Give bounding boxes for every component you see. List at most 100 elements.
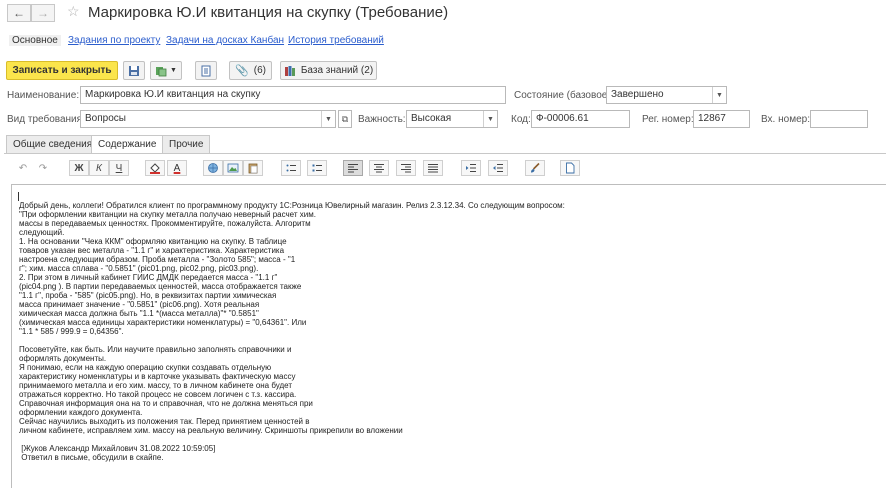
paperclip-icon: 📎 xyxy=(235,65,249,77)
redo-button[interactable]: ↷ xyxy=(33,160,53,176)
tab-divider xyxy=(4,153,886,154)
knowledge-base-button[interactable]: База знаний (2) xyxy=(280,61,377,80)
arrow-left-icon: ← xyxy=(13,6,25,20)
content-line: личном кабинете, исправляем хим. массу н… xyxy=(19,426,403,435)
tab-other[interactable]: Прочие xyxy=(162,135,211,153)
font-color-button[interactable]: A xyxy=(167,160,187,176)
save-button[interactable] xyxy=(123,61,145,80)
report-icon xyxy=(201,65,211,76)
type-label: Вид требования: xyxy=(7,114,85,125)
name-field[interactable]: Маркировка Ю.И квитанция на скупку xyxy=(80,86,506,104)
html-mode-button[interactable] xyxy=(560,160,580,176)
content-line: принимаемого металла и его хим. массу, т… xyxy=(19,381,293,390)
content-editor[interactable] xyxy=(11,184,886,488)
type-select[interactable]: Вопросы ▼ xyxy=(80,110,336,128)
content-line: оформлять документы. xyxy=(19,354,107,363)
content-line: отражаться корректно. Но такой процесс н… xyxy=(19,390,297,399)
incoming-number-field[interactable] xyxy=(810,110,868,128)
content-line: "1.1 * 585 / 999.9 = 0,64356". xyxy=(19,327,124,336)
content-line: "1.1 г", проба - "585" (pic05.png). Но, … xyxy=(19,291,277,300)
state-value: Завершено xyxy=(611,89,664,100)
content-line: Посоветуйте, как быть. Или научите прави… xyxy=(19,345,292,354)
content-line: оформлении каждого документа. xyxy=(19,408,143,417)
open-type-button[interactable]: ⧉ xyxy=(338,110,352,128)
justify-button[interactable] xyxy=(423,160,443,176)
chevron-down-icon[interactable]: ▼ xyxy=(483,111,497,127)
reg-number-label: Рег. номер: xyxy=(642,114,694,125)
underline-button[interactable]: Ч xyxy=(109,160,129,176)
content-line: настроена следующим образом. Проба метал… xyxy=(19,255,296,264)
content-line: товаров указан вес металла - "1.1 г" и х… xyxy=(19,246,285,255)
print-button[interactable] xyxy=(195,61,217,80)
background-color-button[interactable] xyxy=(145,160,165,176)
numbered-list-icon xyxy=(312,164,322,172)
content-line: 2. При этом в личный кабинет ГИИС ДМДК п… xyxy=(19,273,278,282)
state-label: Состояние (базовое): xyxy=(514,90,614,101)
indent-button[interactable] xyxy=(461,160,481,176)
outdent-button[interactable] xyxy=(488,160,508,176)
content-line: Добрый день, коллеги! Обратился клиент п… xyxy=(19,201,565,210)
align-right-button[interactable] xyxy=(396,160,416,176)
content-line: массы в передаваемых ценностях. Прокомме… xyxy=(19,219,311,228)
insert-image-button[interactable] xyxy=(223,160,243,176)
content-line: Справочная информация она на то и справо… xyxy=(19,399,313,408)
code-value: Ф-00006.61 xyxy=(536,113,589,124)
align-left-icon xyxy=(348,164,358,173)
tab-project-tasks[interactable]: Задания по проекту xyxy=(68,35,160,46)
numbered-list-button[interactable] xyxy=(307,160,327,176)
content-line: (химическая масса единицы характеристики… xyxy=(19,318,307,327)
create-based-on-button[interactable]: ▼ xyxy=(150,61,182,80)
incoming-number-label: Вх. номер: xyxy=(761,114,810,125)
type-value: Вопросы xyxy=(85,113,126,124)
create-document-icon xyxy=(156,66,167,76)
name-value: Маркировка Ю.И квитанция на скупку xyxy=(85,89,261,100)
tab-content[interactable]: Содержание xyxy=(91,135,164,154)
content-line: г"; хим. масса сплава - "0.5851" (pic01.… xyxy=(19,264,259,273)
arrow-right-icon: → xyxy=(37,6,49,20)
tab-kanban-tasks[interactable]: Задачи на досках Канбан xyxy=(166,35,284,46)
italic-button[interactable]: К xyxy=(89,160,109,176)
underline-icon: Ч xyxy=(115,162,123,174)
back-button[interactable]: ← xyxy=(7,4,31,22)
bold-button[interactable]: Ж xyxy=(69,160,89,176)
paste-button[interactable] xyxy=(243,160,263,176)
align-right-icon xyxy=(401,164,411,173)
tab-general[interactable]: Общие сведения xyxy=(6,135,100,153)
align-left-button[interactable] xyxy=(343,160,363,176)
chevron-down-icon[interactable]: ▼ xyxy=(321,111,335,127)
chevron-down-icon[interactable]: ▼ xyxy=(712,87,726,103)
priority-select[interactable]: Высокая ▼ xyxy=(406,110,498,128)
content-line: масса принимает значение - "0.5851" (pic… xyxy=(19,300,260,309)
insert-link-button[interactable] xyxy=(203,160,223,176)
redo-icon: ↷ xyxy=(38,162,48,174)
forward-button[interactable]: → xyxy=(31,4,55,22)
star-icon[interactable]: ☆ xyxy=(67,3,80,20)
italic-icon: К xyxy=(96,162,102,174)
tab-history[interactable]: История требований xyxy=(288,35,384,46)
priority-label: Важность: xyxy=(358,114,406,125)
save-close-button[interactable]: Записать и закрыть xyxy=(6,61,118,80)
reg-number-value: 12867 xyxy=(698,113,726,124)
clear-format-button[interactable] xyxy=(525,160,545,176)
state-select[interactable]: Завершено ▼ xyxy=(606,86,727,104)
reg-number-field[interactable]: 12867 xyxy=(693,110,750,128)
code-field[interactable]: Ф-00006.61 xyxy=(531,110,630,128)
content-line: Я понимаю, если на каждую операцию скупк… xyxy=(19,363,272,372)
picture-icon xyxy=(227,163,239,173)
bulleted-list-button[interactable] xyxy=(281,160,301,176)
tab-main[interactable]: Основное xyxy=(9,35,61,46)
undo-button[interactable]: ↶ xyxy=(13,160,33,176)
content-line: Ответил в письме, обсудили в скайпе. xyxy=(19,453,164,462)
undo-icon: ↶ xyxy=(18,162,28,174)
attachments-button[interactable]: 📎 (6) xyxy=(229,61,272,80)
page-title: Маркировка Ю.И квитанция на скупку (Треб… xyxy=(88,4,449,21)
bold-icon: Ж xyxy=(74,162,84,174)
priority-value: Высокая xyxy=(411,113,452,124)
align-center-button[interactable] xyxy=(369,160,389,176)
page-icon xyxy=(566,162,575,174)
content-line: характеристику номенклатуры и в карточке… xyxy=(19,372,296,381)
clipboard-icon xyxy=(248,163,258,174)
content-line: "При оформлении квитанции на скупку мета… xyxy=(19,210,316,219)
font-color-icon: A xyxy=(173,162,181,174)
align-center-icon xyxy=(374,164,384,173)
